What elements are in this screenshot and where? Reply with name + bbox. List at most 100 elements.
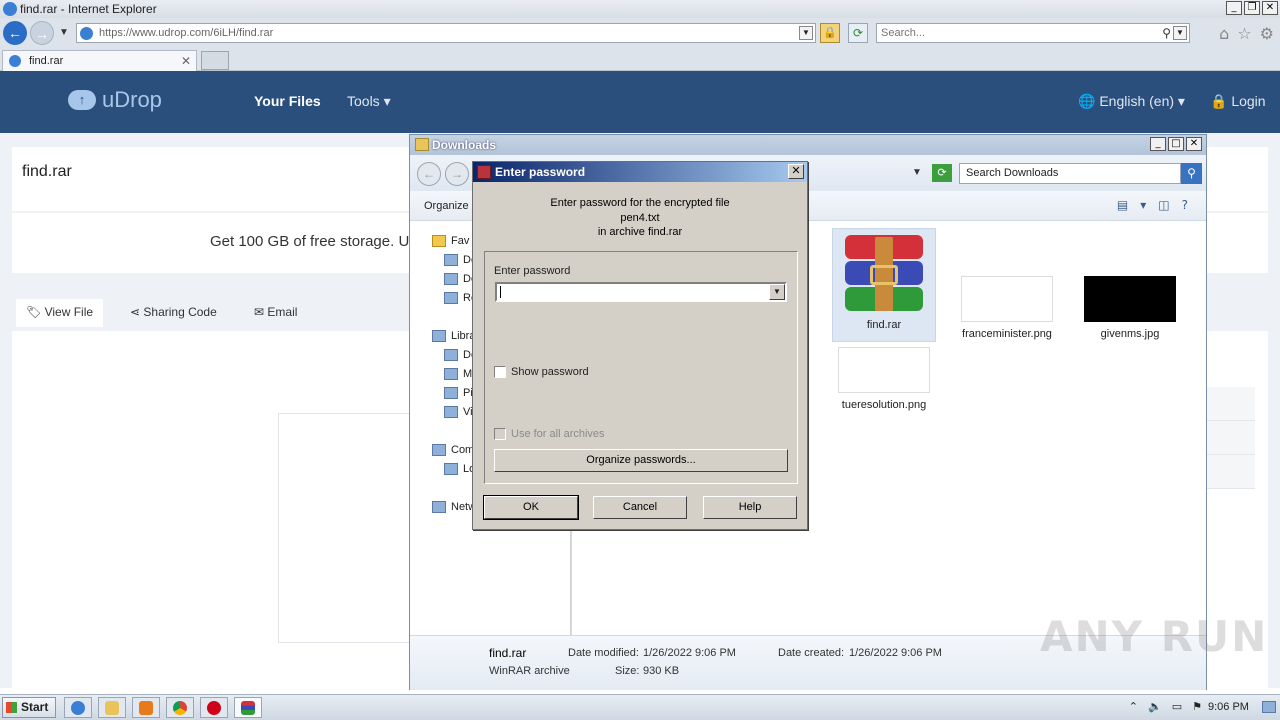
ok-button[interactable]: OK	[483, 495, 579, 520]
nav-videos[interactable]: Vi	[444, 406, 473, 418]
nav-pictures[interactable]: Pi	[444, 387, 473, 399]
close-button[interactable]: ✕	[1262, 1, 1278, 15]
libraries-icon	[432, 330, 446, 342]
flag-icon[interactable]: ⚑	[1192, 700, 1202, 713]
explorer-forward-button[interactable]: →	[445, 162, 469, 186]
volume-icon[interactable]: 🔈	[1148, 700, 1162, 713]
path-dropdown-icon[interactable]: ▼	[912, 167, 922, 178]
details-winrar-icon	[428, 648, 476, 688]
explorer-maximize-button[interactable]: □	[1168, 137, 1184, 151]
nav-tools-label: Tools	[347, 93, 380, 109]
preview-pane-icon[interactable]: ◫	[1158, 198, 1169, 212]
explorer-back-button[interactable]: ←	[417, 162, 441, 186]
star-icon	[432, 235, 446, 247]
explorer-close-button[interactable]: ✕	[1186, 137, 1202, 151]
restore-button[interactable]: ❐	[1244, 1, 1260, 15]
search-dropdown-icon[interactable]: ▼	[1173, 26, 1187, 40]
taskbar: Start ⌃ 🔈 ▭ ⚑ 9:06 PM	[0, 694, 1280, 720]
taskbar-media-player-icon[interactable]	[132, 697, 160, 718]
taskbar-opera-icon[interactable]	[200, 697, 228, 718]
minimize-button[interactable]: _	[1226, 1, 1242, 15]
change-view-icon[interactable]: ▤	[1117, 198, 1128, 212]
nav-favorites[interactable]: Fav	[432, 235, 469, 247]
start-button[interactable]: Start	[2, 697, 56, 718]
details-size: 930 KB	[643, 665, 680, 677]
refresh-icon[interactable]: ⟳	[848, 23, 868, 43]
organize-passwords-button[interactable]: Organize passwords...	[494, 449, 788, 472]
explorer-search-input[interactable]: Search Downloads	[959, 163, 1181, 184]
address-dropdown-icon[interactable]: ▼	[799, 26, 813, 40]
home-icon[interactable]: ⌂	[1219, 24, 1229, 43]
tab-close-icon[interactable]: ✕	[181, 54, 191, 68]
show-password-checkbox[interactable]: Show password	[494, 366, 589, 378]
clock[interactable]: 9:06 PM	[1208, 701, 1249, 713]
settings-gear-icon[interactable]: ⚙	[1260, 24, 1274, 43]
organize-menu[interactable]: Organize	[424, 200, 469, 212]
side-info-rows	[1205, 387, 1255, 489]
nav-computer[interactable]: Com	[432, 444, 474, 456]
explorer-minimize-button[interactable]: _	[1150, 137, 1166, 151]
address-bar[interactable]: https://www.udrop.com/6iLH/find.rar ▼	[76, 23, 816, 43]
taskbar-chrome-icon[interactable]	[166, 697, 194, 718]
dialog-close-button[interactable]: ✕	[788, 164, 804, 179]
password-dialog: Enter password ✕ Enter password for the …	[472, 161, 808, 530]
nav-music[interactable]: M	[444, 368, 472, 380]
site-logo[interactable]: ↑ uDrop	[68, 87, 162, 113]
file-item[interactable]: givenms.jpg	[1078, 276, 1182, 340]
help-button[interactable]: Help	[703, 496, 797, 519]
url-prefix: https://www.	[99, 27, 159, 39]
tray-expand-icon[interactable]: ⌃	[1129, 700, 1138, 713]
lock-icon[interactable]: 🔒	[820, 23, 840, 43]
browser-search-box[interactable]: ⚲ ▼	[876, 23, 1190, 43]
pictures-icon	[444, 387, 458, 399]
back-button[interactable]: ←	[3, 21, 27, 45]
tab-sharing-code[interactable]: ⋖ Sharing Code	[120, 299, 227, 325]
password-input[interactable]: ▼	[495, 282, 787, 302]
explorer-window-controls: _ □ ✕	[1150, 137, 1202, 151]
view-dropdown-icon[interactable]: ▾	[1140, 198, 1146, 212]
anyrun-watermark: ANY RUN	[1040, 612, 1269, 661]
search-icon[interactable]: ⚲	[1162, 26, 1171, 40]
nav-tools[interactable]: Tools ▾	[347, 93, 391, 110]
favorites-star-icon[interactable]: ☆	[1237, 24, 1251, 43]
history-dropdown-icon[interactable]: ▼	[59, 27, 69, 38]
file-item[interactable]: franceminister.png	[955, 276, 1059, 340]
tab-page-icon	[9, 55, 21, 67]
forward-button[interactable]: →	[30, 21, 54, 45]
new-tab-button[interactable]	[201, 51, 229, 70]
explorer-refresh-icon[interactable]: ⟳	[932, 164, 952, 182]
side-row	[1205, 455, 1255, 489]
nav-local-disk[interactable]: Lo	[444, 463, 475, 475]
nav-libraries[interactable]: Libra	[432, 330, 475, 342]
dialog-message-filename: pen4.txt	[620, 211, 660, 224]
browser-search-input[interactable]	[881, 25, 1151, 41]
browser-tab[interactable]: find.rar ✕	[2, 50, 197, 71]
file-name: givenms.jpg	[1100, 328, 1160, 340]
taskbar-explorer-icon[interactable]	[98, 697, 126, 718]
file-item[interactable]: find.rar	[832, 228, 936, 342]
password-dropdown-icon[interactable]: ▼	[769, 284, 785, 300]
details-file-type: WinRAR archive	[489, 665, 570, 677]
cancel-button[interactable]: Cancel	[593, 496, 687, 519]
window-controls: _ ❐ ✕	[1226, 1, 1278, 15]
taskbar-ie-icon[interactable]	[64, 697, 92, 718]
show-desktop-icon[interactable]	[1262, 701, 1276, 713]
url-path: /6iLH/find.rar	[210, 27, 274, 39]
tab-sharing-code-label: Sharing Code	[143, 305, 217, 319]
url-domain: udrop.com	[158, 27, 211, 39]
network-tray-icon[interactable]: ▭	[1172, 700, 1182, 713]
promo-text: Get 100 GB of free storage. U	[210, 233, 410, 250]
browser-tool-icons: ⌂ ☆ ⚙	[1219, 24, 1274, 43]
login-link[interactable]: 🔒 Login	[1210, 93, 1266, 110]
taskbar-winrar-icon[interactable]	[234, 697, 262, 718]
nav-network[interactable]: Netw	[432, 501, 476, 513]
dialog-message: Enter password for the encrypted file pe…	[473, 196, 807, 240]
file-item[interactable]: tueresolution.png	[832, 347, 936, 411]
help-icon[interactable]: ?	[1182, 198, 1188, 212]
explorer-search-icon[interactable]: ⚲	[1181, 163, 1202, 184]
checkbox-box[interactable]	[494, 366, 506, 378]
language-selector[interactable]: 🌐 English (en) ▾	[1078, 93, 1185, 110]
tab-email[interactable]: ✉ Email	[244, 299, 307, 325]
nav-your-files[interactable]: Your Files	[254, 93, 321, 109]
tab-view-file[interactable]: 🏷 View File	[16, 299, 104, 327]
